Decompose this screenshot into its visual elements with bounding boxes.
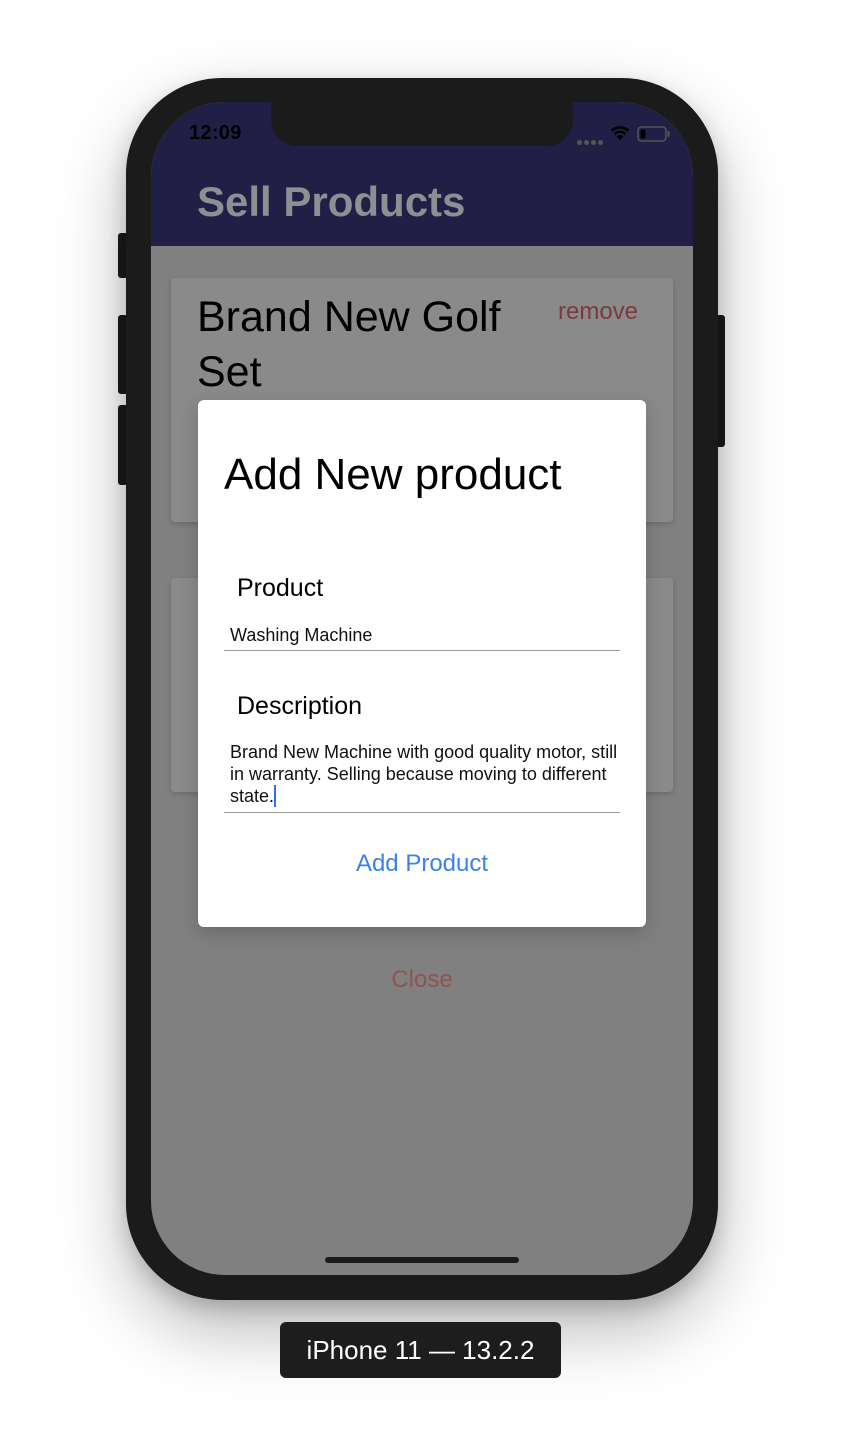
- product-card-title: Brand New Golf Set: [197, 293, 501, 396]
- home-indicator[interactable]: [325, 1257, 519, 1263]
- modal-title: Add New product: [224, 450, 562, 499]
- product-input-value: Washing Machine: [230, 625, 373, 645]
- device-label: iPhone 11 — 13.2.2: [280, 1322, 561, 1378]
- add-product-modal: Add New product Product Washing Machine …: [198, 400, 646, 927]
- description-input[interactable]: Brand New Machine with good quality moto…: [224, 741, 620, 813]
- remove-button[interactable]: remove: [558, 298, 638, 326]
- phone-screen: 12:09 Sell Products Brand New Golf Set r…: [151, 102, 693, 1275]
- close-button[interactable]: Close: [151, 966, 693, 994]
- text-cursor: [274, 785, 277, 807]
- notch: [271, 102, 573, 146]
- description-field-label: Description: [237, 692, 363, 720]
- status-icons: [577, 124, 677, 146]
- simulator-stage: 12:09 Sell Products Brand New Golf Set r…: [0, 0, 844, 1450]
- battery-icon: [637, 126, 670, 142]
- description-input-value: Brand New Machine with good quality moto…: [230, 742, 618, 807]
- wifi-icon: [610, 126, 630, 140]
- navigation-bar: 12:09 Sell Products: [151, 102, 693, 246]
- product-input[interactable]: Washing Machine: [224, 624, 620, 651]
- cellular-signal-icon: [577, 132, 605, 150]
- page-title: Sell Products: [197, 178, 466, 225]
- add-product-button[interactable]: Add Product: [198, 850, 646, 878]
- status-time: 12:09: [189, 122, 242, 144]
- product-field-label: Product: [237, 574, 324, 602]
